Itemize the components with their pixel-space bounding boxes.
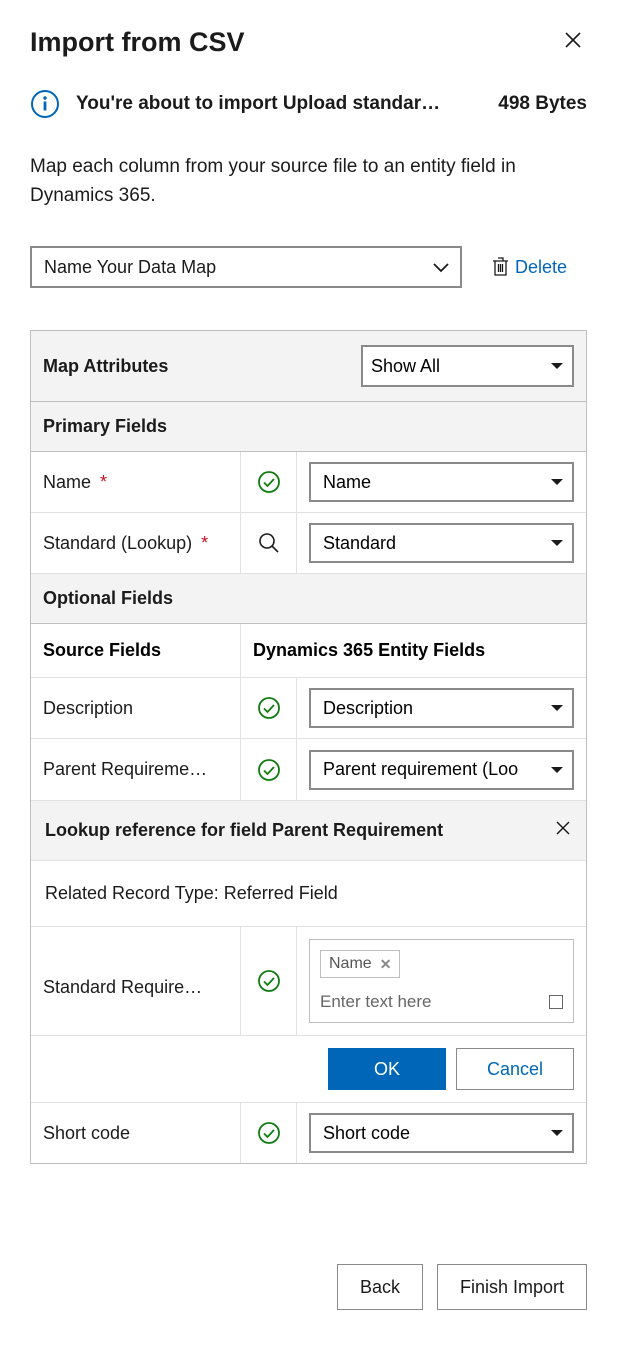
primary-fields-label: Primary Fields — [43, 416, 167, 437]
map-attributes-label: Map Attributes — [43, 356, 168, 377]
field-label: Description — [31, 678, 241, 738]
required-asterisk: * — [95, 472, 107, 493]
datamap-placeholder: Name Your Data Map — [44, 257, 216, 278]
back-button[interactable]: Back — [337, 1264, 423, 1310]
standard-lookup-value: Standard — [323, 533, 396, 554]
lookup-reference-label: Lookup reference for field Parent Requir… — [45, 820, 443, 841]
status-cell — [241, 1103, 297, 1163]
name-mapping-value: Name — [323, 472, 371, 493]
field-row-standard-require: Standard Require… Name ✕ Enter text here — [31, 927, 586, 1036]
tag-input[interactable]: Enter text here — [320, 992, 549, 1012]
lookup-reference-header: Lookup reference for field Parent Requir… — [31, 801, 586, 861]
checkmark-circle-icon — [257, 1121, 281, 1145]
optional-fields-label: Optional Fields — [43, 588, 173, 609]
mapping-table: Map Attributes Show All Primary Fields N… — [30, 330, 587, 1164]
tag-text: Name — [329, 955, 372, 973]
field-row-short-code: Short code Short code — [31, 1103, 586, 1163]
dialog-footer: Back Finish Import — [30, 1264, 587, 1310]
short-code-mapping-value: Short code — [323, 1123, 410, 1144]
description-mapping-value: Description — [323, 698, 413, 719]
status-cell — [241, 678, 297, 738]
lookup-buttons: OK Cancel — [31, 1036, 586, 1103]
required-asterisk: * — [196, 533, 208, 554]
datamap-combobox[interactable]: Name Your Data Map — [30, 246, 462, 288]
cancel-button[interactable]: Cancel — [456, 1048, 574, 1090]
description-mapping-select[interactable]: Description — [309, 688, 574, 728]
delete-button[interactable]: Delete — [492, 257, 567, 278]
entity-fields-col: Dynamics 365 Entity Fields — [241, 624, 586, 677]
field-label: Parent Requireme… — [31, 739, 241, 800]
map-attributes-header: Map Attributes Show All — [31, 331, 586, 402]
status-cell — [241, 452, 297, 512]
info-text: You're about to import Upload standar… — [76, 93, 482, 115]
standard-lookup-select[interactable]: Standard — [309, 523, 574, 563]
tag-input-container: Name ✕ Enter text here — [309, 939, 574, 1023]
close-button[interactable] — [559, 26, 587, 59]
related-record-label: Related Record Type: Referred Field — [31, 861, 586, 927]
delete-label: Delete — [515, 257, 567, 278]
field-row-name: Name * Name — [31, 452, 586, 513]
checkmark-circle-icon — [257, 470, 281, 494]
field-row-description: Description Description — [31, 678, 586, 739]
tag-remove-icon[interactable]: ✕ — [380, 956, 392, 973]
name-label-text: Name — [43, 472, 91, 493]
info-icon — [30, 89, 60, 119]
source-fields-col: Source Fields — [31, 624, 241, 677]
status-cell — [241, 739, 297, 800]
primary-fields-header: Primary Fields — [31, 402, 586, 452]
field-label: Standard (Lookup) * — [31, 513, 241, 573]
search-icon — [258, 532, 280, 554]
parent-req-mapping-select[interactable]: Parent requirement (Loo — [309, 750, 574, 790]
field-row-parent-requirement: Parent Requireme… Parent requirement (Lo… — [31, 739, 586, 801]
file-size: 498 Bytes — [498, 93, 587, 115]
chevron-down-icon — [550, 361, 564, 371]
field-label: Standard Require… — [31, 927, 241, 1035]
name-mapping-select[interactable]: Name — [309, 462, 574, 502]
chevron-down-icon — [432, 261, 450, 273]
ok-button[interactable]: OK — [328, 1048, 446, 1090]
trash-icon — [492, 257, 509, 277]
optional-fields-header: Optional Fields — [31, 574, 586, 624]
field-label: Short code — [31, 1103, 241, 1163]
dialog-title: Import from CSV — [30, 27, 245, 58]
expand-icon[interactable] — [549, 995, 563, 1009]
parent-req-mapping-value: Parent requirement (Loo — [323, 759, 518, 780]
chevron-down-icon — [550, 765, 564, 775]
field-label: Name * — [31, 452, 241, 512]
chevron-down-icon — [550, 703, 564, 713]
checkmark-circle-icon — [257, 696, 281, 720]
chevron-down-icon — [550, 1128, 564, 1138]
close-lookup-button[interactable] — [554, 819, 572, 842]
field-row-standard-lookup: Standard (Lookup) * Standard — [31, 513, 586, 574]
close-icon — [563, 30, 583, 50]
checkmark-circle-icon — [257, 969, 281, 993]
close-icon — [554, 819, 572, 837]
checkmark-circle-icon — [257, 758, 281, 782]
status-cell — [241, 513, 297, 573]
short-code-mapping-select[interactable]: Short code — [309, 1113, 574, 1153]
finish-import-button[interactable]: Finish Import — [437, 1264, 587, 1310]
dialog-subtitle: Map each column from your source file to… — [30, 153, 587, 210]
chevron-down-icon — [550, 538, 564, 548]
standard-lookup-label-text: Standard (Lookup) — [43, 533, 192, 554]
columns-header: Source Fields Dynamics 365 Entity Fields — [31, 624, 586, 678]
status-cell — [241, 927, 297, 1035]
info-bar: You're about to import Upload standar… 4… — [30, 89, 587, 119]
show-filter-select[interactable]: Show All — [361, 345, 574, 387]
show-filter-value: Show All — [371, 356, 440, 377]
tag-name[interactable]: Name ✕ — [320, 950, 400, 978]
chevron-down-icon — [550, 477, 564, 487]
